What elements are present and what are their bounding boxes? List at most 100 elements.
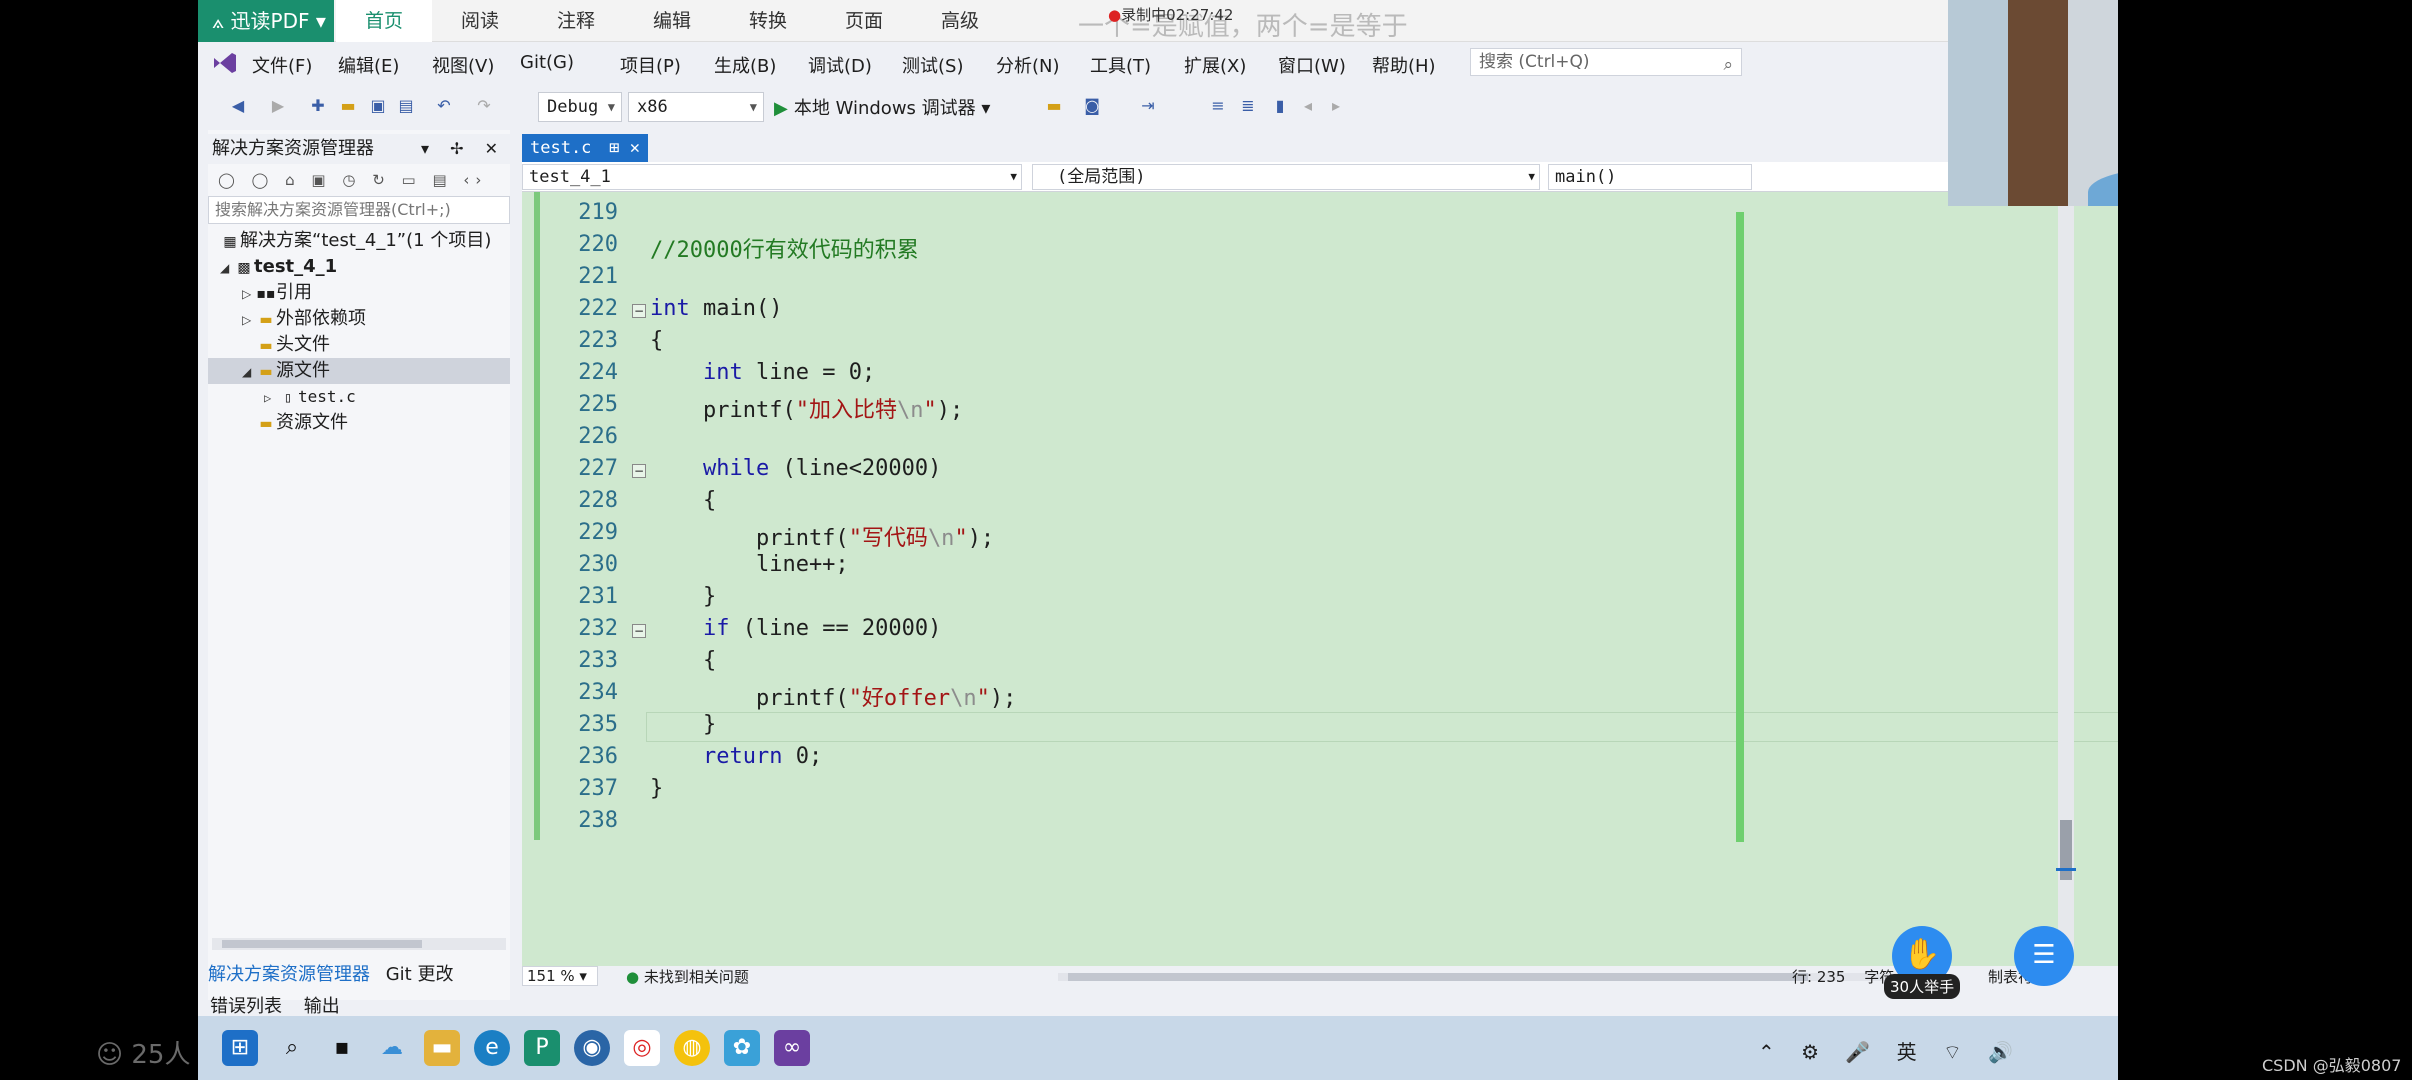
- tree-label: 资源文件: [276, 412, 348, 433]
- tree-item-references[interactable]: ▷ ▪▪引用: [208, 280, 510, 306]
- tree-item-headers[interactable]: ▬ 头文件: [208, 332, 510, 358]
- taskbar: ⊞ ⌕ ▪ ☁ ▬ e P ◉ ◎ ◍ ✿ ∞ ⌃ ⚙ 🎤 英 ⌔ 🔊: [198, 1016, 2118, 1080]
- tree-item-test-c[interactable]: ▷ ▯ test.c: [208, 384, 510, 410]
- menu-extensions[interactable]: 扩展(X): [1184, 52, 1246, 78]
- config-select[interactable]: Debug ▼: [538, 92, 622, 122]
- solution-scrollbar[interactable]: [212, 938, 506, 950]
- outdent-icon[interactable]: ≣: [1238, 96, 1258, 116]
- tree-label: 解决方案“test_4_1”(1 个项目): [240, 230, 492, 251]
- tree-item-sources[interactable]: ◢ ▬ 源文件: [208, 358, 510, 384]
- issues-indicator[interactable]: ● 未找到相关问题: [626, 966, 749, 988]
- close-icon[interactable]: ⊞ ✕: [609, 134, 640, 162]
- menu-project[interactable]: 项目(P): [620, 52, 681, 78]
- undo-icon[interactable]: ↶: [434, 96, 454, 116]
- scrollbar-thumb[interactable]: [222, 940, 422, 948]
- save-all-icon[interactable]: ▤: [396, 96, 416, 116]
- project-icon: ▩: [237, 260, 251, 276]
- pdf-app-logo[interactable]: ⟑ 迅读PDF ▾: [198, 0, 334, 42]
- onedrive-icon[interactable]: ☁: [374, 1030, 410, 1066]
- start-icon[interactable]: ⊞: [222, 1030, 258, 1066]
- zoom-select[interactable]: 151 % ▾: [522, 966, 598, 986]
- step-icon[interactable]: ⇥: [1138, 96, 1158, 116]
- tab-solution-explorer[interactable]: 解决方案资源管理器: [208, 964, 370, 985]
- folder-icon: ▬: [259, 312, 273, 328]
- menu-debug[interactable]: 调试(D): [808, 52, 872, 78]
- scrollbar-thumb[interactable]: [1068, 973, 1808, 981]
- pdf-tab-annotate[interactable]: 注释: [528, 0, 624, 42]
- scope-combo[interactable]: (全局范围) ▼: [1032, 164, 1540, 190]
- tab-git-changes[interactable]: Git 更改: [386, 964, 454, 985]
- search-icon[interactable]: ⌕: [274, 1030, 310, 1066]
- run-debugger-button[interactable]: ▶ 本地 Windows 调试器 ▾: [774, 94, 990, 120]
- back-icon[interactable]: ◀: [228, 96, 248, 116]
- save-icon[interactable]: ▣: [368, 96, 388, 116]
- pdf-tab-advanced[interactable]: 高级: [912, 0, 1008, 42]
- menu-build[interactable]: 生成(B): [714, 52, 776, 78]
- system-tray[interactable]: ⌃ ⚙ 🎤 英 ⌔ 🔊: [1758, 1036, 2023, 1065]
- folder-icon[interactable]: ▬: [1044, 96, 1064, 116]
- menu-git[interactable]: Git(G): [520, 52, 574, 73]
- solution-search-input[interactable]: 搜索解决方案资源管理器(Ctrl+;): [208, 196, 510, 224]
- menu-file[interactable]: 文件(F): [252, 52, 312, 78]
- tab-error-list[interactable]: 错误列表: [210, 996, 282, 1017]
- tree-label: 头文件: [276, 334, 330, 355]
- solution-toolbar[interactable]: ◯ ◯ ⌂ ▣ ◷ ↻ ▭ ▤ ‹›: [208, 166, 510, 194]
- webcam-video: [1948, 0, 2118, 206]
- member-combo-value: main(): [1555, 167, 1617, 187]
- line-number: 222: [578, 296, 618, 321]
- prev-bookmark-icon[interactable]: ◂: [1298, 96, 1318, 116]
- project-combo[interactable]: test_4_1 ▼: [522, 164, 1022, 190]
- tree-item-solution[interactable]: ▦ 解决方案“test_4_1”(1 个项目): [208, 228, 510, 254]
- menu-help[interactable]: 帮助(H): [1372, 52, 1436, 78]
- collapse-icon[interactable]: −: [632, 464, 646, 478]
- pdf-logo-icon: ⟑: [212, 9, 231, 33]
- menu-test[interactable]: 测试(S): [902, 52, 963, 78]
- line-number: 232: [578, 616, 618, 641]
- pdf-reader-icon[interactable]: P: [524, 1030, 560, 1066]
- pdf-tab-convert[interactable]: 转换: [720, 0, 816, 42]
- indent-icon[interactable]: ≡: [1208, 96, 1228, 116]
- tree-item-project[interactable]: ◢ ▩ test_4_1: [208, 254, 510, 280]
- code-editor[interactable]: 219 220//20000行有效代码的积累 221 222− int main() 22…: [522, 192, 2118, 968]
- code-line: }: [650, 776, 664, 801]
- new-project-icon[interactable]: ✚: [308, 96, 328, 116]
- screenshot-icon[interactable]: ◙: [1082, 96, 1102, 116]
- tab-output[interactable]: 输出: [304, 996, 340, 1017]
- app-icon[interactable]: ✿: [724, 1030, 760, 1066]
- pdf-tab-page[interactable]: 页面: [816, 0, 912, 42]
- line-number: 236: [578, 744, 618, 769]
- next-bookmark-icon[interactable]: ▸: [1326, 96, 1346, 116]
- panel-controls[interactable]: ▾ ✢ ✕: [421, 134, 506, 164]
- task-view-icon[interactable]: ▪: [324, 1030, 360, 1066]
- menu-analyze[interactable]: 分析(N): [996, 52, 1060, 78]
- menu-tools[interactable]: 工具(T): [1090, 52, 1151, 78]
- menu-view[interactable]: 视图(V): [432, 52, 494, 78]
- collapse-icon[interactable]: −: [632, 624, 646, 638]
- forward-icon[interactable]: ▶: [268, 96, 288, 116]
- file-explorer-icon[interactable]: ▬: [424, 1030, 460, 1066]
- browser-icon[interactable]: ◉: [574, 1030, 610, 1066]
- pdf-tab-read[interactable]: 阅读: [432, 0, 528, 42]
- search-input[interactable]: 搜索 (Ctrl+Q) ⌕: [1470, 48, 1742, 76]
- chrome-icon[interactable]: ◍: [674, 1030, 710, 1066]
- menu-edit[interactable]: 编辑(E): [338, 52, 399, 78]
- pdf-tab-edit[interactable]: 编辑: [624, 0, 720, 42]
- platform-select[interactable]: x86 ▼: [628, 92, 764, 122]
- scrollbar-thumb[interactable]: [2060, 820, 2072, 880]
- recorder-icon[interactable]: ◎: [624, 1030, 660, 1066]
- collapse-icon[interactable]: −: [632, 304, 646, 318]
- menu-window[interactable]: 窗口(W): [1278, 52, 1346, 78]
- pdf-tab-home[interactable]: 首页: [336, 0, 432, 42]
- tree-item-external-deps[interactable]: ▷ ▬ 外部依赖项: [208, 306, 510, 332]
- solution-explorer-header: 解决方案资源管理器 ▾ ✢ ✕: [208, 134, 510, 164]
- redo-icon[interactable]: ↷: [474, 96, 494, 116]
- editor-vertical-scrollbar[interactable]: [2056, 200, 2076, 960]
- chat-button[interactable]: ☰: [2014, 926, 2074, 986]
- edge-icon[interactable]: e: [474, 1030, 510, 1066]
- visual-studio-taskbar-icon[interactable]: ∞: [774, 1030, 810, 1066]
- tree-item-resources[interactable]: ▬ 资源文件: [208, 410, 510, 436]
- member-combo[interactable]: main(): [1548, 164, 1752, 190]
- open-folder-icon[interactable]: ▬: [338, 96, 358, 116]
- bookmark-icon[interactable]: ▮: [1270, 96, 1290, 116]
- tab-test-c[interactable]: test.c ⊞ ✕: [522, 134, 648, 162]
